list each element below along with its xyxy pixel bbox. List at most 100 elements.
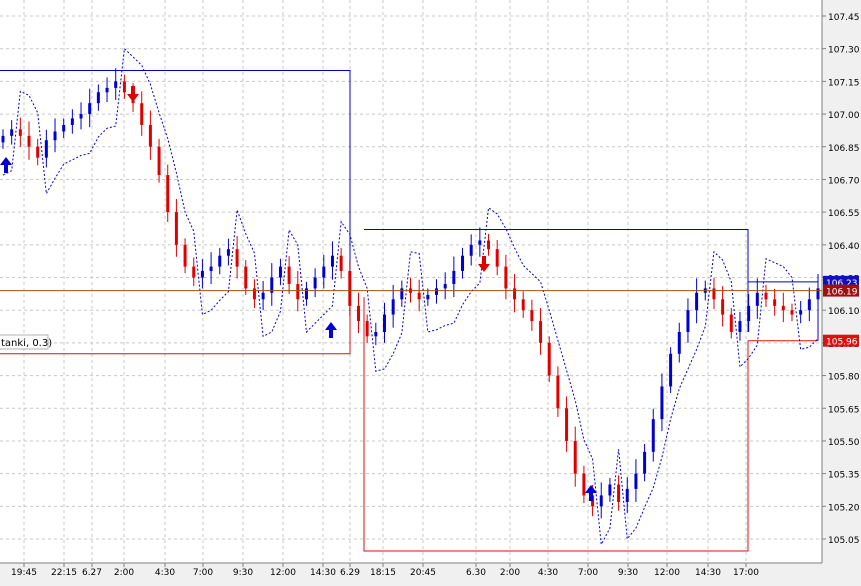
x-tick-label: 2:00: [114, 568, 134, 578]
y-tick-label: 107.00: [828, 111, 860, 121]
y-tick-label: 105.65: [828, 405, 860, 415]
candle-body: [296, 284, 300, 300]
candle-body: [634, 473, 638, 489]
candle-body: [330, 255, 334, 267]
candle-body: [547, 342, 551, 376]
candle-body: [651, 419, 655, 452]
x-tick-label: 7:00: [578, 568, 598, 578]
candle-body: [200, 270, 204, 278]
candle-body: [209, 266, 213, 271]
candle-body: [27, 135, 31, 147]
y-tick-label: 106.70: [828, 176, 860, 186]
candle-body: [192, 266, 196, 278]
candle-body: [174, 212, 178, 245]
candle-body: [313, 277, 317, 289]
indicator-label: tanki, 0.3): [0, 334, 52, 350]
candle-body: [400, 288, 404, 300]
candle-body: [339, 255, 343, 271]
x-tick-label: 14:30: [310, 568, 336, 578]
candle-body: [695, 292, 699, 311]
price-marker-label: 105.96: [826, 338, 858, 348]
candle-body: [738, 321, 742, 332]
candle-body: [36, 146, 40, 158]
candle-body: [582, 473, 586, 496]
candle-body: [244, 266, 248, 289]
candle-body: [218, 255, 222, 267]
candle-body: [487, 240, 491, 250]
x-tick-label: 18:15: [370, 568, 396, 578]
candle-body: [556, 375, 560, 409]
candle-body: [790, 310, 794, 315]
candle-body: [140, 103, 144, 125]
candle-body: [44, 140, 48, 158]
candle-body: [495, 249, 499, 267]
indicator-label-text: tanki, 0.3): [1, 338, 52, 349]
candle-body: [747, 305, 751, 322]
candle-body: [729, 314, 733, 332]
candle-body: [122, 81, 126, 93]
candle-body: [764, 292, 768, 300]
candle-body: [608, 484, 612, 496]
chart-area[interactable]: 107.45 107.30 107.15 107.00 106.85 106.70 106.…: [0, 0, 861, 582]
y-tick-label: 105.80: [828, 373, 860, 383]
candle-body: [96, 92, 100, 104]
candle-body: [781, 305, 785, 311]
price-chart[interactable]: 107.45 107.30 107.15 107.00 106.85 106.70 106.…: [0, 0, 861, 582]
candle-body: [365, 321, 369, 337]
candle-body: [625, 488, 629, 502]
candle-body: [513, 288, 517, 300]
candle-body: [166, 175, 170, 213]
x-tick-label: 6.29: [340, 568, 360, 578]
candle-body: [417, 292, 421, 300]
candle-body: [79, 114, 83, 119]
candle-body: [183, 244, 187, 267]
x-tick-label: 2:00: [500, 568, 520, 578]
candle-body: [721, 299, 725, 315]
x-tick-label: 22:15: [51, 568, 77, 578]
candle-body: [799, 310, 803, 315]
candle-body: [287, 266, 291, 285]
candle-body: [88, 103, 92, 115]
candle-body: [62, 124, 66, 132]
candle-body: [660, 386, 664, 420]
candle-body: [53, 131, 57, 141]
candle-body: [599, 495, 603, 507]
x-tick-label: 12:00: [270, 568, 296, 578]
candle-body: [807, 299, 811, 311]
candle-body: [677, 331, 681, 354]
candle-body: [816, 288, 820, 300]
candle-body: [356, 305, 360, 322]
candle-body: [148, 124, 152, 147]
x-tick-label: 7:00: [193, 568, 213, 578]
candle-body: [617, 484, 621, 502]
x-tick-label: 6.30: [466, 568, 486, 578]
candle-body: [565, 408, 569, 441]
candle-body: [504, 266, 508, 289]
y-tick-label: 107.45: [828, 13, 860, 23]
candle-body: [643, 451, 647, 474]
candle-body: [105, 87, 109, 93]
candle-body: [261, 292, 265, 300]
candle-body: [1, 135, 5, 143]
price-marker-label: 106.19: [826, 288, 858, 298]
x-tick-label: 4:30: [538, 568, 558, 578]
candle-body: [426, 294, 430, 300]
candle-body: [114, 81, 118, 88]
candle-body: [391, 299, 395, 315]
candle-body: [18, 129, 22, 136]
y-tick-label: 107.30: [828, 46, 860, 56]
y-tick-label: 106.40: [828, 242, 860, 252]
x-tick-label: 19:45: [11, 568, 37, 578]
candle-body: [278, 266, 282, 278]
candle-body: [530, 310, 534, 322]
x-tick-label: 17:00: [733, 568, 759, 578]
y-tick-label: 105.20: [828, 503, 860, 513]
x-tick-label: 4:30: [155, 568, 175, 578]
x-tick-label: 9:30: [618, 568, 638, 578]
candle-body: [573, 440, 577, 474]
candle-body: [435, 288, 439, 295]
candle-body: [755, 292, 759, 306]
y-tick-label: 105.50: [828, 438, 860, 448]
x-tick-label: 9:30: [233, 568, 253, 578]
candle-body: [348, 270, 352, 306]
